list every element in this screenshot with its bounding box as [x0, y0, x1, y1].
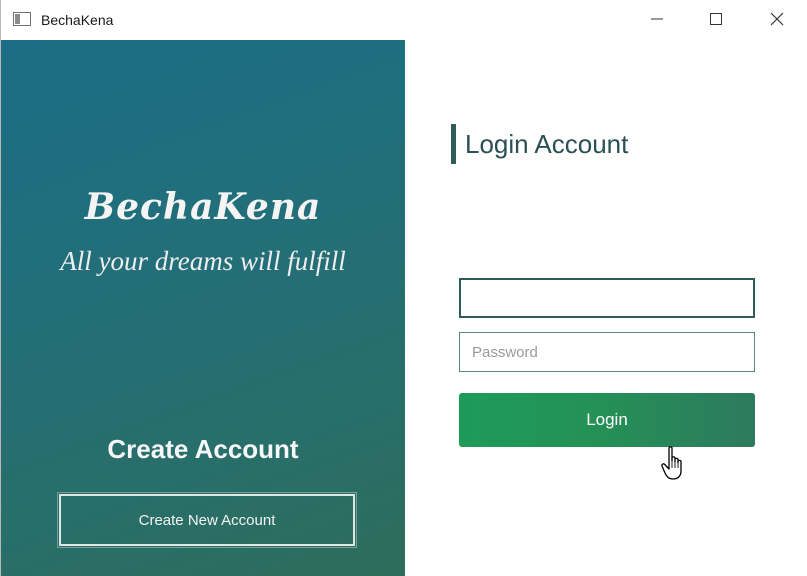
minimize-button[interactable]: [634, 0, 680, 38]
window-title: BechaKena: [41, 12, 114, 28]
create-new-account-button[interactable]: Create New Account: [57, 492, 357, 548]
login-button[interactable]: Login: [459, 393, 755, 447]
hand-cursor-icon: [661, 446, 682, 480]
brand-tagline: All your dreams will fulfill: [60, 246, 346, 276]
brand-name: BechaKena: [84, 186, 322, 228]
close-icon: [770, 12, 784, 26]
title-bar: BechaKena: [1, 0, 807, 40]
close-button[interactable]: [754, 0, 800, 38]
app-window-icon: [13, 12, 31, 26]
heading-accent-bar: [451, 124, 456, 164]
password-input[interactable]: [459, 332, 755, 372]
brand-panel: BechaKena All your dreams will fulfill C…: [1, 40, 405, 576]
maximize-button[interactable]: [693, 0, 739, 38]
username-input[interactable]: [459, 278, 755, 318]
minimize-icon: [651, 18, 663, 20]
login-heading-group: Login Account: [451, 124, 628, 164]
login-heading: Login Account: [465, 128, 629, 159]
maximize-icon: [710, 13, 722, 25]
create-account-heading: Create Account: [107, 434, 299, 464]
app-window: BechaKena BechaKena All your dreams will…: [0, 0, 807, 576]
